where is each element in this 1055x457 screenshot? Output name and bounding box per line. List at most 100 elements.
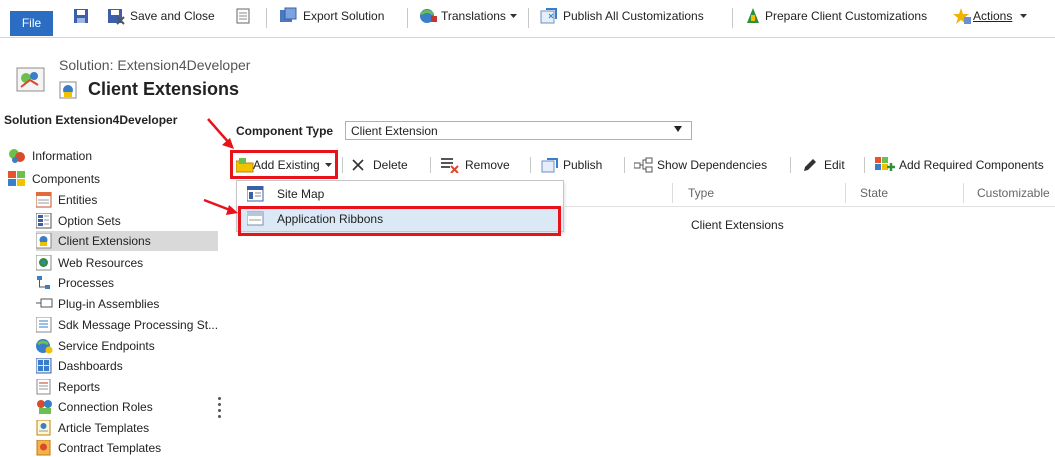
remove-label: Remove bbox=[465, 158, 510, 172]
chevron-down-icon bbox=[1020, 14, 1027, 18]
export-solution-button[interactable]: Export Solution bbox=[279, 5, 394, 29]
reports-icon bbox=[36, 379, 51, 395]
actions-icon bbox=[953, 8, 971, 24]
component-type-select[interactable]: Client Extension bbox=[345, 121, 692, 140]
add-required-components-icon bbox=[875, 157, 895, 171]
separator bbox=[430, 157, 431, 173]
client-extensions-icon bbox=[59, 81, 77, 99]
separator bbox=[266, 8, 267, 28]
highlight-box-application-ribbons bbox=[238, 206, 561, 236]
separator bbox=[528, 8, 529, 28]
nav-item-information[interactable]: Information bbox=[8, 146, 218, 166]
delete-label: Delete bbox=[373, 158, 408, 172]
splitter-grip[interactable] bbox=[218, 409, 221, 412]
delete-button[interactable]: Delete bbox=[351, 154, 416, 176]
publish-button[interactable]: Publish bbox=[541, 154, 611, 176]
solution-name: Solution: Extension4Developer bbox=[59, 57, 251, 73]
column-separator[interactable] bbox=[963, 183, 964, 203]
save-icon bbox=[74, 9, 88, 23]
nav-item-label: Plug-in Assemblies bbox=[58, 297, 160, 311]
splitter-grip[interactable] bbox=[218, 403, 221, 406]
nav-item-client-extensions[interactable]: Client Extensions bbox=[36, 231, 218, 251]
prepare-client-icon bbox=[747, 8, 759, 23]
highlight-box-add-existing bbox=[230, 150, 338, 179]
nav-item-contract-templates[interactable]: Contract Templates bbox=[36, 438, 218, 457]
nav-item-service-endpoints[interactable]: Service Endpoints bbox=[36, 336, 218, 356]
separator bbox=[624, 157, 625, 173]
translations-label: Translations bbox=[441, 9, 506, 23]
nav-item-option-sets[interactable]: Option Sets bbox=[36, 211, 218, 231]
chevron-down-icon bbox=[510, 14, 517, 18]
publish-label: Publish bbox=[563, 158, 603, 172]
sdk-message-icon bbox=[36, 317, 52, 333]
separator bbox=[732, 8, 733, 28]
information-icon bbox=[9, 149, 25, 163]
prepare-client-customizations-button[interactable]: Prepare Client Customizations bbox=[745, 5, 935, 29]
nav-item-components[interactable]: Components bbox=[8, 169, 218, 189]
publish-all-button[interactable]: Publish All Customizations bbox=[540, 5, 715, 29]
show-dependencies-button[interactable]: Show Dependencies bbox=[634, 154, 776, 176]
save-and-close-button[interactable]: Save and Close bbox=[107, 5, 217, 29]
remove-button[interactable]: Remove bbox=[441, 154, 513, 176]
nav-item-label: Entities bbox=[58, 193, 98, 207]
nav-item-article-templates[interactable]: Article Templates bbox=[36, 418, 218, 438]
option-sets-icon bbox=[36, 213, 52, 229]
nav-item-dashboards[interactable]: Dashboards bbox=[36, 356, 218, 376]
file-tab[interactable]: File bbox=[10, 11, 53, 36]
publish-all-label: Publish All Customizations bbox=[563, 9, 704, 23]
plugin-assemblies-icon bbox=[36, 298, 53, 308]
nav-item-entities[interactable]: Entities bbox=[36, 190, 218, 210]
column-header-type[interactable]: Type bbox=[688, 186, 714, 200]
edit-button[interactable]: Edit bbox=[802, 154, 852, 176]
nav-item-label: Reports bbox=[58, 380, 101, 394]
column-separator[interactable] bbox=[845, 183, 846, 203]
nav-item-label: Web Resources bbox=[58, 256, 144, 270]
entities-icon bbox=[36, 192, 52, 208]
nav-item-label: Service Endpoints bbox=[58, 339, 155, 353]
column-separator[interactable] bbox=[672, 183, 673, 203]
publish-icon bbox=[541, 158, 558, 173]
edit-label: Edit bbox=[824, 158, 845, 172]
dropdown-item-site-map[interactable]: Site Map bbox=[237, 182, 563, 206]
nav-item-reports[interactable]: Reports bbox=[36, 377, 218, 397]
edit-icon bbox=[804, 159, 816, 171]
nav-item-sdk-message-processing[interactable]: Sdk Message Processing St... bbox=[36, 315, 218, 335]
dropdown-item-label: Site Map bbox=[277, 187, 325, 201]
solution-icon bbox=[16, 67, 45, 92]
site-map-icon bbox=[247, 186, 264, 202]
translations-icon bbox=[420, 9, 437, 23]
nav-title: Solution Extension4Developer bbox=[4, 113, 178, 127]
print-button[interactable] bbox=[235, 5, 253, 29]
processes-icon bbox=[37, 276, 50, 289]
actions-button[interactable]: Actions bbox=[952, 5, 1032, 29]
nav-item-connection-roles[interactable]: Connection Roles bbox=[36, 397, 218, 417]
column-header-state[interactable]: State bbox=[860, 186, 888, 200]
nav-item-processes[interactable]: Processes bbox=[36, 273, 218, 293]
contract-templates-icon bbox=[36, 440, 51, 456]
grid-row-type-cell[interactable]: Client Extensions bbox=[691, 218, 784, 232]
add-required-components-button[interactable]: Add Required Components bbox=[875, 154, 1055, 176]
nav-item-label: Connection Roles bbox=[58, 400, 153, 414]
client-extensions-icon bbox=[36, 233, 52, 249]
arrow-annotation-application-ribbons bbox=[203, 198, 238, 215]
splitter-grip[interactable] bbox=[218, 397, 221, 400]
nav-item-plugin-assemblies[interactable]: Plug-in Assemblies bbox=[36, 294, 218, 314]
remove-icon bbox=[441, 158, 459, 173]
separator bbox=[790, 157, 791, 173]
add-required-components-label: Add Required Components bbox=[899, 158, 1044, 172]
delete-icon bbox=[352, 159, 364, 171]
export-solution-icon bbox=[280, 7, 297, 22]
nav-item-web-resources[interactable]: Web Resources bbox=[36, 253, 218, 273]
splitter-grip[interactable] bbox=[218, 415, 221, 418]
page-title: Client Extensions bbox=[88, 79, 240, 99]
translations-button[interactable]: Translations bbox=[418, 5, 518, 29]
separator bbox=[864, 157, 865, 173]
nav-item-label: Dashboards bbox=[58, 359, 123, 373]
dashboards-icon bbox=[36, 358, 52, 374]
save-button[interactable] bbox=[73, 5, 91, 29]
nav-item-label: Information bbox=[32, 149, 93, 163]
show-dependencies-icon bbox=[634, 157, 653, 173]
component-type-label: Component Type bbox=[236, 124, 334, 138]
column-header-customizable[interactable]: Customizable bbox=[977, 186, 1050, 200]
export-solution-label: Export Solution bbox=[303, 9, 385, 23]
